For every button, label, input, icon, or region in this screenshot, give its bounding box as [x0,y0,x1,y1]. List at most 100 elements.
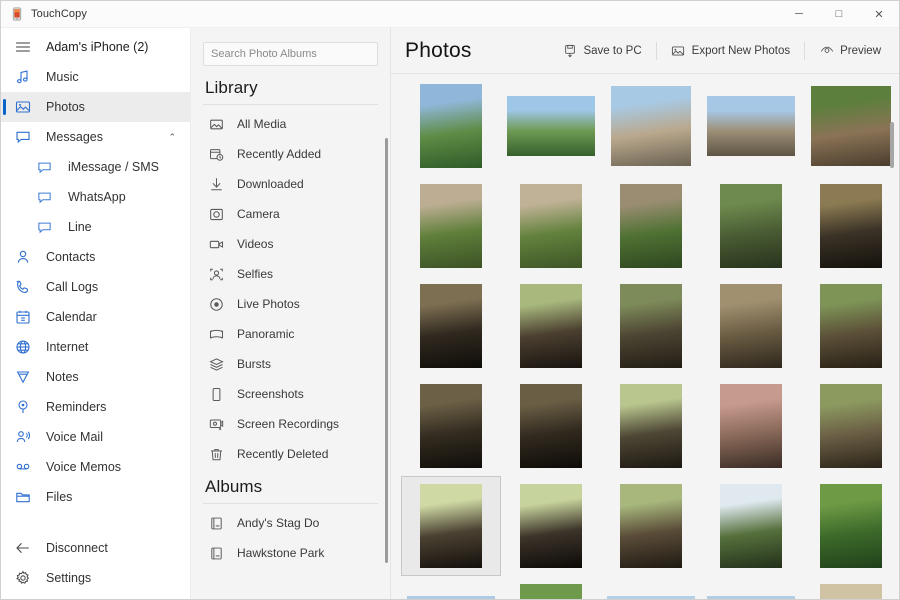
photo-thumbnail[interactable] [720,284,782,368]
photo-thumbnail[interactable] [420,84,482,168]
sidebar-item-line[interactable]: Line [1,212,190,242]
album-item-hawkstone-park[interactable]: Hawkstone Park [203,538,378,568]
sidebar-item-photos[interactable]: Photos [1,92,190,122]
photo-grid-scrollbar-thumb[interactable] [890,122,894,168]
photo-cell[interactable] [401,376,501,476]
photo-thumbnail[interactable] [420,484,482,568]
photo-cell[interactable] [701,376,801,476]
export-new-photos-button[interactable]: Export New Photos [661,38,800,64]
album-item-bursts[interactable]: Bursts [203,349,378,379]
sidebar-item-call-logs[interactable]: Call Logs [1,272,190,302]
photo-thumbnail[interactable] [707,596,795,599]
photo-cell[interactable] [501,576,601,599]
photo-cell[interactable] [801,76,899,176]
photo-cell[interactable] [701,276,801,376]
photo-thumbnail[interactable] [820,284,882,368]
sidebar-item-contacts[interactable]: Contacts [1,242,190,272]
photo-thumbnail[interactable] [420,384,482,468]
sidebar-item-voice-memos[interactable]: Voice Memos [1,452,190,482]
photo-thumbnail[interactable] [820,484,882,568]
photo-thumbnail[interactable] [620,284,682,368]
album-item-screenshots[interactable]: Screenshots [203,379,378,409]
photo-cell[interactable] [701,476,801,576]
sidebar-item-reminders[interactable]: Reminders [1,392,190,422]
photo-cell[interactable] [601,476,701,576]
photo-cell[interactable] [501,276,601,376]
photo-thumbnail[interactable] [720,384,782,468]
photo-thumbnail[interactable] [520,184,582,268]
sidebar-item-files[interactable]: Files [1,482,190,512]
sidebar-item-settings[interactable]: Settings [1,563,190,593]
sidebar-item-notes[interactable]: Notes [1,362,190,392]
photo-thumbnail[interactable] [707,96,795,156]
photo-cell[interactable] [701,176,801,276]
sidebar-item-voice-mail[interactable]: Voice Mail [1,422,190,452]
albums-scrollbar-thumb[interactable] [385,138,388,563]
chevron-up-icon[interactable]: ⌃ [168,133,176,142]
photo-cell[interactable] [701,576,801,599]
photo-cell[interactable] [601,176,701,276]
photo-thumbnail[interactable] [607,596,695,599]
photo-cell[interactable] [601,376,701,476]
photo-cell[interactable] [401,176,501,276]
photo-cell[interactable] [601,576,701,599]
photo-cell[interactable] [401,576,501,599]
close-button[interactable]: ✕ [859,1,899,27]
photo-thumbnail[interactable] [420,284,482,368]
album-item-all-media[interactable]: All Media [203,109,378,139]
minimize-button[interactable]: ─ [779,1,819,27]
photo-thumbnail[interactable] [507,96,595,156]
album-item-screen-recordings[interactable]: Screen Recordings [203,409,378,439]
album-item-videos[interactable]: Videos [203,229,378,259]
photo-cell[interactable] [801,476,899,576]
sidebar-item-internet[interactable]: Internet [1,332,190,362]
photo-grid-scrollbar-track[interactable] [889,74,897,599]
photo-thumbnail[interactable] [620,484,682,568]
album-item-live-photos[interactable]: Live Photos [203,289,378,319]
photo-cell[interactable] [601,276,701,376]
photo-thumbnail[interactable] [420,184,482,268]
photo-thumbnail[interactable] [520,384,582,468]
photo-cell[interactable] [501,376,601,476]
photo-thumbnail[interactable] [611,86,691,166]
photo-thumbnail[interactable] [520,284,582,368]
sidebar-item-device[interactable]: Adam's iPhone (2) [1,32,190,62]
photo-cell[interactable] [401,476,501,576]
photo-cell[interactable] [501,76,601,176]
photo-thumbnail[interactable] [620,184,682,268]
maximize-button[interactable]: □ [819,1,859,27]
photo-thumbnail[interactable] [811,86,891,166]
photo-thumbnail[interactable] [520,584,582,599]
sidebar-item-calendar[interactable]: Calendar [1,302,190,332]
album-item-selfies[interactable]: Selfies [203,259,378,289]
preview-button[interactable]: Preview [809,38,891,64]
photo-cell[interactable] [801,376,899,476]
photo-cell[interactable] [801,176,899,276]
sidebar-item-music[interactable]: Music [1,62,190,92]
search-input[interactable] [203,42,378,66]
sidebar-item-messages[interactable]: Messages ⌃ [1,122,190,152]
photo-cell[interactable] [501,476,601,576]
photo-cell[interactable] [501,176,601,276]
photo-cell[interactable] [601,76,701,176]
photo-cell[interactable] [801,276,899,376]
photo-thumbnail[interactable] [520,484,582,568]
album-item-downloaded[interactable]: Downloaded [203,169,378,199]
photo-thumbnail[interactable] [820,184,882,268]
photo-thumbnail[interactable] [820,584,882,599]
photo-thumbnail[interactable] [620,384,682,468]
photo-thumbnail[interactable] [720,184,782,268]
album-item-panoramic[interactable]: Panoramic [203,319,378,349]
photo-cell[interactable] [401,276,501,376]
photo-cell[interactable] [401,76,501,176]
photo-cell[interactable] [701,76,801,176]
photo-thumbnail[interactable] [820,384,882,468]
photo-thumbnail[interactable] [720,484,782,568]
sidebar-item-whatsapp[interactable]: WhatsApp [1,182,190,212]
album-item-recently-added[interactable]: Recently Added [203,139,378,169]
album-item-camera[interactable]: Camera [203,199,378,229]
photo-thumbnail[interactable] [407,596,495,599]
sidebar-item-disconnect[interactable]: Disconnect [1,533,190,563]
album-item-andys-stag-do[interactable]: Andy's Stag Do [203,508,378,538]
save-to-pc-button[interactable]: Save to PC [552,38,651,64]
